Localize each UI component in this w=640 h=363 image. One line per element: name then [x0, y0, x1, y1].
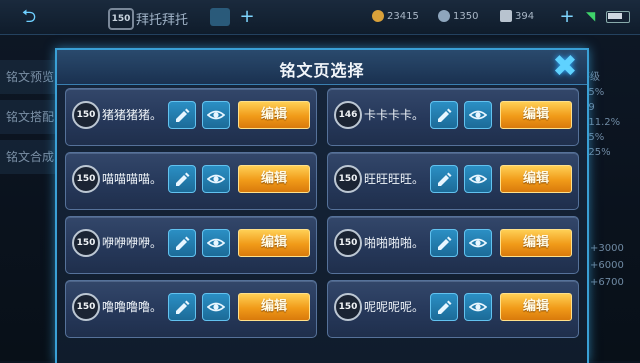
- coupon-icon: [438, 10, 450, 22]
- rune-page-card[interactable]: 146 卡卡卡卡。 编辑: [327, 88, 579, 146]
- level-badge: 146: [334, 101, 362, 129]
- close-icon[interactable]: ✖: [547, 52, 583, 82]
- bg-tab-combo: 铭文搭配: [0, 100, 60, 134]
- preview-button[interactable]: [464, 229, 492, 257]
- eye-icon: [469, 302, 487, 312]
- rune-page-name: 咿咿咿咿。: [102, 236, 163, 250]
- rune-page-card[interactable]: 150 旺旺旺旺。 编辑: [327, 152, 579, 210]
- rune-page-card[interactable]: 150 噜噜噜噜。 编辑: [65, 280, 317, 338]
- rune-page-card[interactable]: 150 猪猪猪猪。 编辑: [65, 88, 317, 146]
- level-badge: 150: [334, 165, 362, 193]
- eye-icon: [207, 238, 225, 248]
- rename-button[interactable]: [168, 293, 196, 321]
- pencil-icon: [176, 172, 190, 186]
- pencil-icon: [438, 236, 452, 250]
- coupon-resource: 1350: [438, 10, 478, 22]
- rune-page-name: 呢呢呢呢。: [364, 300, 425, 314]
- level-badge: 150: [334, 293, 362, 321]
- rune-page-name: 喵喵喵喵。: [102, 172, 163, 186]
- background-right-stats-lower: +3000 +6000 +6700: [590, 240, 640, 291]
- wifi-icon: ◥: [586, 9, 596, 23]
- rename-button[interactable]: [430, 229, 458, 257]
- rename-button[interactable]: [430, 101, 458, 129]
- stat-value: +25%: [580, 147, 611, 158]
- eye-icon: [207, 110, 225, 120]
- rune-page-card[interactable]: 150 呢呢呢呢。 编辑: [327, 280, 579, 338]
- preview-button[interactable]: [202, 165, 230, 193]
- edit-button[interactable]: 编辑: [500, 229, 572, 257]
- rune-page-card[interactable]: 150 喵喵喵喵。 编辑: [65, 152, 317, 210]
- pencil-icon: [438, 108, 452, 122]
- rename-button[interactable]: [168, 229, 196, 257]
- eye-icon: [207, 302, 225, 312]
- pencil-icon: [438, 172, 452, 186]
- background-left-tabs: 铭文预览 铭文搭配 铭文合成: [0, 60, 60, 180]
- top-level-badge: 150: [108, 8, 134, 30]
- top-add-button[interactable]: +: [238, 8, 256, 26]
- bg-tab-synthesis: 铭文合成: [0, 140, 60, 174]
- level-badge: 150: [72, 293, 100, 321]
- edit-button[interactable]: 编辑: [500, 293, 572, 321]
- gold-coin-icon: [372, 10, 384, 22]
- level-badge: 150: [334, 229, 362, 257]
- preview-button[interactable]: [202, 101, 230, 129]
- eye-icon: [469, 174, 487, 184]
- preview-button[interactable]: [464, 293, 492, 321]
- edit-button[interactable]: 编辑: [238, 293, 310, 321]
- level-badge: 150: [72, 229, 100, 257]
- fragment-resource: 394: [500, 10, 534, 22]
- stat-value: +6000: [590, 260, 624, 271]
- rename-button[interactable]: [168, 165, 196, 193]
- eye-icon: [469, 238, 487, 248]
- rename-button[interactable]: [430, 293, 458, 321]
- top-pencil-icon[interactable]: [210, 8, 230, 26]
- back-arrow-icon[interactable]: ⮌: [6, 6, 52, 28]
- rune-page-card[interactable]: 150 啪啪啪啪。 编辑: [327, 216, 579, 274]
- fragment-icon: [500, 10, 512, 22]
- edit-button[interactable]: 编辑: [500, 165, 572, 193]
- preview-button[interactable]: [464, 165, 492, 193]
- battery-icon: [606, 11, 630, 23]
- rune-page-name: 噜噜噜噜。: [102, 300, 163, 314]
- level-badge: 150: [72, 101, 100, 129]
- stat-value: +5%: [580, 132, 605, 143]
- pencil-icon: [438, 300, 452, 314]
- pencil-icon: [176, 108, 190, 122]
- top-page-title: 拜托拜托: [136, 13, 189, 28]
- preview-button[interactable]: [202, 293, 230, 321]
- resource-add-button[interactable]: +: [558, 8, 576, 26]
- rename-button[interactable]: [430, 165, 458, 193]
- pencil-icon: [176, 300, 190, 314]
- pencil-icon: [176, 236, 190, 250]
- preview-button[interactable]: [464, 101, 492, 129]
- stat-value: +3000: [590, 243, 624, 254]
- edit-button[interactable]: 编辑: [238, 101, 310, 129]
- stat-value: +9: [580, 100, 640, 115]
- background-right-stats: 等级 +5% +9 +11.2% +5% +25%: [580, 70, 640, 160]
- preview-button[interactable]: [202, 229, 230, 257]
- rune-page-select-dialog: 铭文页选择 ✖ 150 猪猪猪猪。 编辑 146 卡卡卡卡。 编辑 150 喵喵…: [55, 48, 589, 363]
- bg-tab-preview: 铭文预览: [0, 60, 60, 94]
- rune-page-name: 卡卡卡卡。: [364, 108, 425, 122]
- stat-value: +11.2%: [580, 117, 621, 128]
- level-badge: 150: [72, 165, 100, 193]
- dialog-title: 铭文页选择: [279, 61, 365, 80]
- top-bar: ⮌ 150 拜托拜托 + 23415 1350 394 + ◥: [0, 0, 640, 35]
- rename-button[interactable]: [168, 101, 196, 129]
- stat-label: 等级: [580, 72, 600, 83]
- rune-page-name: 猪猪猪猪。: [102, 108, 163, 122]
- edit-button[interactable]: 编辑: [238, 229, 310, 257]
- eye-icon: [207, 174, 225, 184]
- rune-page-name: 啪啪啪啪。: [364, 236, 425, 250]
- rune-page-name: 旺旺旺旺。: [364, 172, 425, 186]
- eye-icon: [469, 110, 487, 120]
- edit-button[interactable]: 编辑: [238, 165, 310, 193]
- edit-button[interactable]: 编辑: [500, 101, 572, 129]
- gold-resource: 23415: [372, 10, 419, 22]
- stat-value: +6700: [590, 277, 624, 288]
- rune-page-card[interactable]: 150 咿咿咿咿。 编辑: [65, 216, 317, 274]
- dialog-header: 铭文页选择 ✖: [57, 50, 587, 85]
- stat-value: +5%: [580, 87, 605, 98]
